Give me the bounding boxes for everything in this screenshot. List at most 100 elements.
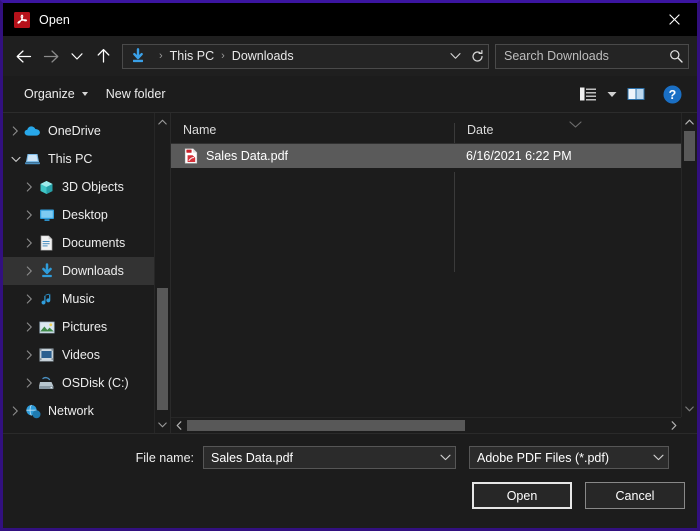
column-headers: Name Date [171, 113, 697, 144]
sidebar-item-osdisk[interactable]: OSDisk (C:) [3, 369, 154, 397]
column-header-name[interactable]: Name [171, 123, 454, 143]
file-name-row: File name: Adobe PDF Files (*.pdf) [3, 446, 685, 469]
file-list-horizontal-scrollbar[interactable] [171, 417, 681, 433]
chevron-down-icon[interactable] [7, 156, 24, 163]
file-type-dropdown[interactable]: Adobe PDF Files (*.pdf) [469, 446, 669, 469]
new-folder-label: New folder [106, 87, 166, 101]
sidebar-item-label: Pictures [62, 320, 107, 334]
search-input[interactable] [496, 49, 664, 63]
sidebar-item-desktop[interactable]: Desktop [3, 201, 154, 229]
dialog-buttons: Open Cancel [472, 482, 685, 509]
command-bar: Organize New folder [3, 76, 697, 112]
file-name-label-text: File name: [3, 451, 203, 465]
adobe-acrobat-icon [14, 12, 30, 28]
sidebar-item-label: OneDrive [48, 124, 101, 138]
sidebar-item-onedrive[interactable]: OneDrive [3, 117, 154, 145]
downloads-folder-icon [130, 48, 146, 64]
3d-objects-icon [38, 179, 55, 195]
up-button[interactable] [89, 42, 117, 70]
sort-indicator-icon [569, 115, 582, 133]
forward-button[interactable] [37, 42, 65, 70]
dialog-footer: File name: Adobe PDF Files (*.pdf) Open … [3, 433, 697, 528]
chevron-right-icon[interactable] [21, 182, 38, 192]
sidebar-scrollbar-thumb[interactable] [157, 288, 168, 410]
videos-icon [38, 347, 55, 363]
file-list-vertical-scrollbar[interactable] [681, 113, 697, 417]
file-name-cell: Sales Data.pdf [171, 148, 454, 164]
sidebar-item-label: Music [62, 292, 95, 306]
desktop-icon [38, 207, 55, 223]
sidebar-item-3d-objects[interactable]: 3D Objects [3, 173, 154, 201]
scroll-down-icon[interactable] [155, 416, 170, 433]
sidebar-item-videos[interactable]: Videos [3, 341, 154, 369]
table-row[interactable]: Sales Data.pdf 6/16/2021 6:22 PM [171, 144, 697, 168]
navigation-tree: OneDrive This PC [3, 113, 154, 433]
close-icon[interactable] [651, 3, 697, 36]
chevron-right-icon[interactable] [7, 126, 24, 136]
disk-drive-icon [38, 375, 55, 391]
network-icon [24, 403, 41, 419]
refresh-icon[interactable] [466, 45, 488, 68]
chevron-right-icon[interactable] [21, 378, 38, 388]
sidebar-item-documents[interactable]: Documents [3, 229, 154, 257]
scroll-up-icon[interactable] [155, 113, 170, 130]
search-box[interactable] [495, 44, 689, 69]
chevron-down-icon[interactable] [648, 454, 668, 461]
help-icon[interactable]: ? [657, 81, 687, 107]
sidebar-item-network[interactable]: Network [3, 397, 154, 425]
scroll-down-icon[interactable] [682, 400, 697, 417]
open-file-dialog: Open [0, 0, 700, 531]
chevron-down-icon[interactable] [444, 45, 466, 68]
file-list-hscrollbar-thumb[interactable] [187, 420, 465, 431]
new-folder-button[interactable]: New folder [97, 82, 175, 106]
view-list-icon[interactable] [573, 81, 603, 107]
sidebar-item-music[interactable]: Music [3, 285, 154, 313]
sidebar-item-downloads[interactable]: Downloads [3, 257, 154, 285]
window-title: Open [39, 13, 70, 27]
search-icon[interactable] [664, 49, 688, 63]
scroll-right-icon[interactable] [666, 418, 681, 433]
scroll-up-icon[interactable] [682, 113, 697, 130]
sidebar-item-label: OSDisk (C:) [62, 376, 129, 390]
open-button[interactable]: Open [472, 482, 572, 509]
sidebar-item-label: Videos [62, 348, 100, 362]
cancel-button[interactable]: Cancel [585, 482, 685, 509]
breadcrumb-item-downloads[interactable]: Downloads [232, 49, 294, 63]
chevron-down-icon [82, 92, 88, 96]
dialog-body: OneDrive This PC [3, 112, 697, 433]
chevron-right-icon[interactable] [21, 322, 38, 332]
sidebar-item-pictures[interactable]: Pictures [3, 313, 154, 341]
file-list-scrollbar-thumb[interactable] [684, 131, 695, 161]
breadcrumb[interactable]: › This PC › Downloads [122, 44, 489, 69]
file-date-label: 6/16/2021 6:22 PM [454, 149, 697, 163]
breadcrumb-separator: › [221, 50, 225, 62]
chevron-right-icon[interactable] [21, 294, 38, 304]
svg-text:?: ? [668, 88, 676, 102]
chevron-right-icon[interactable] [7, 406, 24, 416]
breadcrumb-item-this-pc[interactable]: This PC [170, 49, 214, 63]
sidebar-scrollbar[interactable] [154, 113, 170, 433]
recent-locations-button[interactable] [65, 42, 89, 70]
chevron-right-icon[interactable] [21, 210, 38, 220]
navigation-pane: OneDrive This PC [3, 113, 171, 433]
file-name-input[interactable] [204, 450, 435, 466]
title-bar: Open [3, 3, 697, 36]
back-button[interactable] [9, 42, 37, 70]
sidebar-item-label: Desktop [62, 208, 108, 222]
chevron-right-icon[interactable] [21, 266, 38, 276]
chevron-right-icon[interactable] [21, 350, 38, 360]
chevron-right-icon[interactable] [21, 238, 38, 248]
sidebar-item-label: This PC [48, 152, 92, 166]
sidebar-item-label: Downloads [62, 264, 124, 278]
chevron-down-icon[interactable] [435, 454, 455, 461]
file-list-pane: Name Date [171, 113, 697, 433]
sidebar-item-label: 3D Objects [62, 180, 124, 194]
organize-label: Organize [24, 87, 75, 101]
sidebar-item-this-pc[interactable]: This PC [3, 145, 154, 173]
organize-button[interactable]: Organize [15, 82, 97, 106]
preview-pane-icon[interactable] [621, 81, 651, 107]
view-options-chevron-down-icon[interactable] [603, 81, 621, 107]
scroll-left-icon[interactable] [171, 418, 186, 433]
column-divider [454, 172, 455, 272]
file-name-combobox[interactable] [203, 446, 456, 469]
